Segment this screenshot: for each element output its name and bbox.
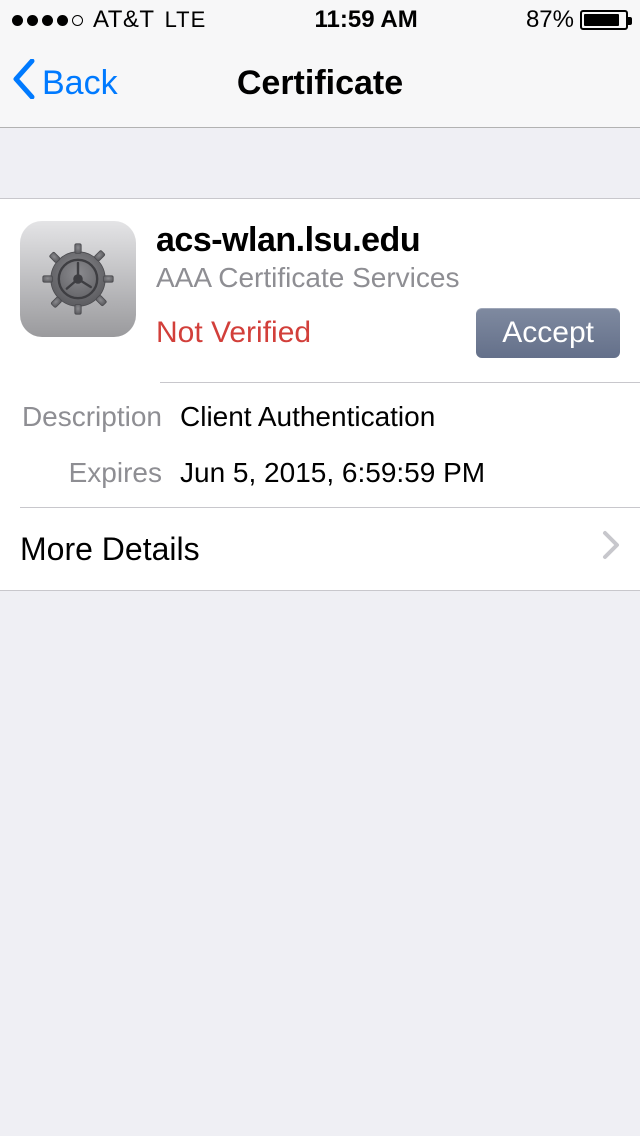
back-label: Back — [42, 64, 118, 103]
status-right: 87% — [526, 6, 628, 34]
battery-percent: 87% — [526, 6, 574, 34]
status-bar: AT&T LTE 11:59 AM 87% — [0, 0, 640, 40]
expires-row: Expires Jun 5, 2015, 6:59:59 PM — [0, 451, 640, 507]
certificate-status: Not Verified — [156, 316, 311, 350]
signal-strength-icon — [12, 15, 83, 26]
description-value: Client Authentication — [180, 401, 435, 433]
settings-gear-icon — [20, 221, 136, 337]
certificate-host: acs-wlan.lsu.edu — [156, 221, 620, 260]
expires-label: Expires — [20, 457, 180, 489]
certificate-header: acs-wlan.lsu.edu AAA Certificate Service… — [0, 199, 640, 382]
description-row: Description Client Authentication — [0, 383, 640, 451]
more-details-row[interactable]: More Details — [0, 508, 640, 591]
certificate-titles: acs-wlan.lsu.edu AAA Certificate Service… — [156, 221, 620, 358]
status-time: 11:59 AM — [315, 6, 418, 34]
battery-icon — [580, 10, 628, 30]
nav-bar: Back Certificate — [0, 40, 640, 128]
back-button[interactable]: Back — [12, 59, 118, 108]
chevron-left-icon — [12, 59, 36, 108]
accept-button[interactable]: Accept — [476, 308, 620, 358]
network-label: LTE — [165, 7, 207, 33]
carrier-label: AT&T — [93, 6, 155, 34]
expires-value: Jun 5, 2015, 6:59:59 PM — [180, 457, 485, 489]
chevron-right-icon — [602, 530, 620, 568]
certificate-issuer: AAA Certificate Services — [156, 262, 620, 294]
certificate-panel: acs-wlan.lsu.edu AAA Certificate Service… — [0, 198, 640, 591]
status-left: AT&T LTE — [12, 6, 206, 34]
more-details-label: More Details — [20, 531, 200, 568]
description-label: Description — [20, 401, 180, 433]
section-spacer — [0, 128, 640, 198]
